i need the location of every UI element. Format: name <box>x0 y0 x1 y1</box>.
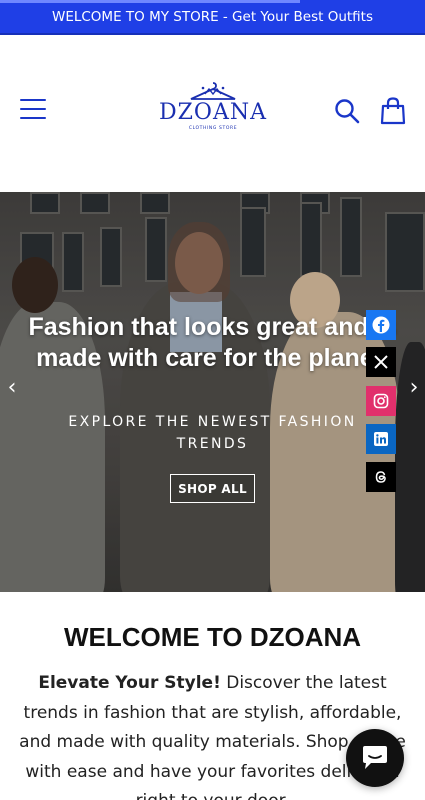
chevron-right-icon: › <box>409 374 419 400</box>
linkedin-button[interactable] <box>366 424 396 454</box>
logo-tagline: CLOTHING STORE <box>188 126 238 131</box>
hero-overlay <box>0 192 425 592</box>
menu-button[interactable] <box>20 99 46 121</box>
cart-button[interactable] <box>380 97 406 125</box>
hero-banner: Fashion that looks great and is made wit… <box>0 192 425 592</box>
facebook-icon <box>372 316 390 334</box>
announcement-bar: WELCOME TO MY STORE - Get Your Best Outf… <box>0 0 425 35</box>
welcome-paragraph: Elevate Your Style! Discover the latest … <box>16 669 409 800</box>
chat-bubble-icon <box>363 746 387 769</box>
announcement-text: WELCOME TO MY STORE - Get Your Best Outf… <box>51 8 374 25</box>
chevron-left-icon: ‹ <box>7 374 17 400</box>
linkedin-icon <box>374 432 388 446</box>
hero-title: Fashion that looks great and is made wit… <box>28 313 397 372</box>
x-icon <box>374 355 388 369</box>
hero-subtitle: EXPLORE THE NEWEST FASHION TRENDS <box>68 414 357 452</box>
shop-all-button[interactable]: SHOP ALL <box>170 474 255 503</box>
instagram-icon <box>373 393 389 409</box>
search-icon <box>335 99 360 124</box>
welcome-lead: Elevate Your Style! <box>38 673 221 693</box>
chat-button[interactable] <box>346 729 404 787</box>
site-header: DZOANA CLOTHING STORE <box>0 35 425 192</box>
shopping-bag-icon <box>380 97 406 125</box>
slider-prev-arrow[interactable]: ‹ <box>2 374 22 400</box>
hamburger-menu-icon <box>20 99 46 102</box>
threads-button[interactable] <box>366 462 396 492</box>
instagram-button[interactable] <box>366 386 396 416</box>
x-button[interactable] <box>366 347 396 377</box>
logo-wordmark: DZOANA <box>159 100 267 125</box>
welcome-heading: WELCOME TO DZOANA <box>63 622 362 652</box>
search-button[interactable] <box>334 98 360 124</box>
store-logo[interactable]: DZOANA CLOTHING STORE <box>152 81 274 147</box>
facebook-button[interactable] <box>366 310 396 340</box>
announcement-progress <box>0 0 300 3</box>
threads-icon <box>375 471 386 483</box>
slider-next-arrow[interactable]: › <box>404 374 424 400</box>
